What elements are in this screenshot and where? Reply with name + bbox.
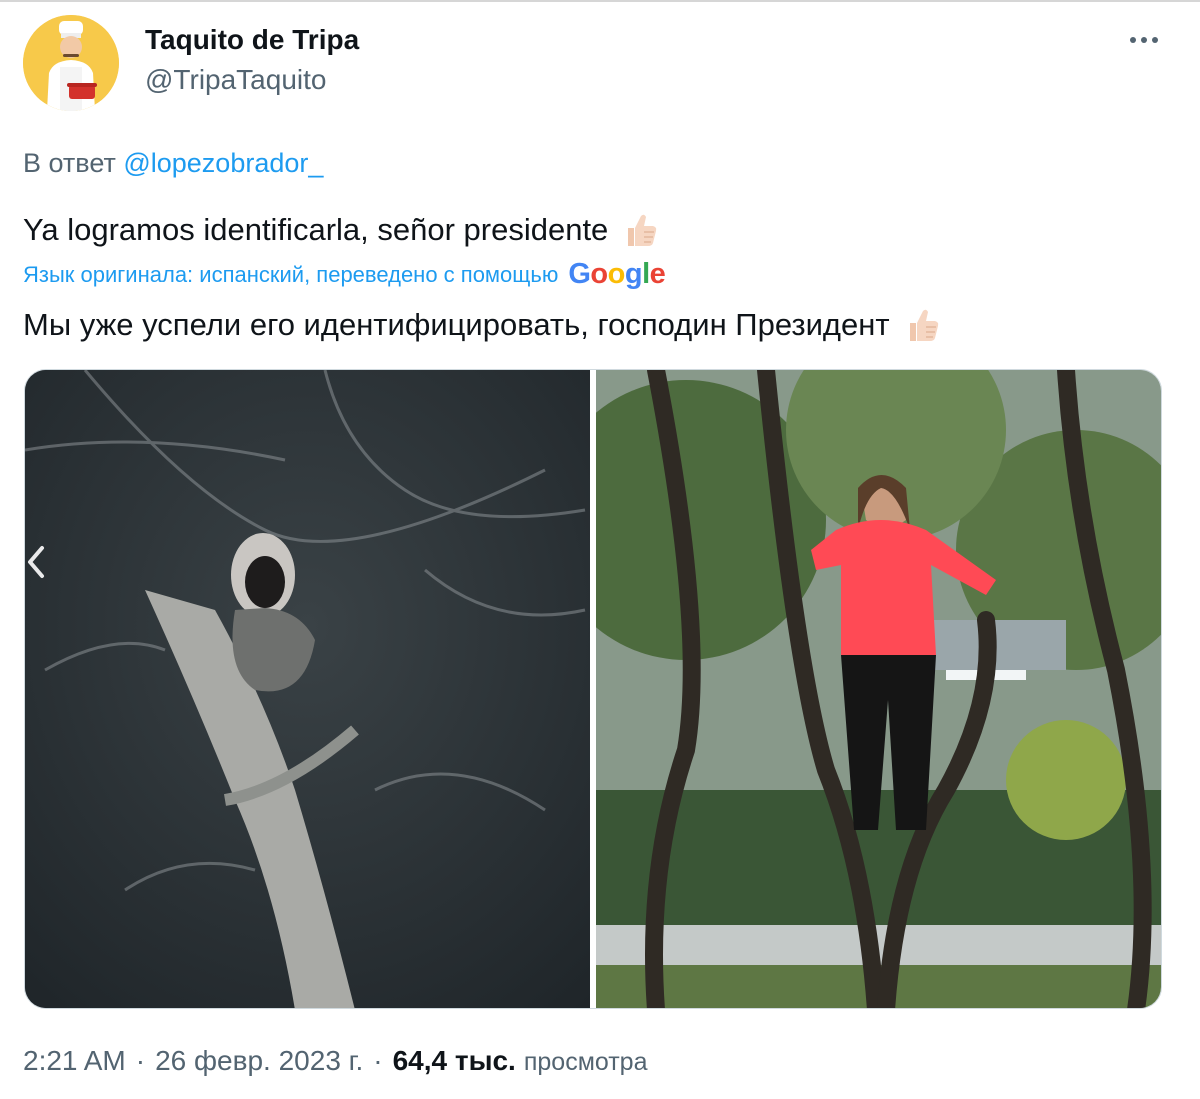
meta-separator: · xyxy=(135,1045,146,1076)
google-logo: Google xyxy=(568,258,666,290)
thumbs-up-icon xyxy=(620,210,660,250)
author-handle[interactable]: @TripaTaquito xyxy=(145,64,326,96)
translated-text-content: Мы уже успели его идентифицировать, госп… xyxy=(23,307,890,342)
tweet-time[interactable]: 2:21 AM xyxy=(23,1045,126,1077)
cook-avatar-icon[interactable] xyxy=(23,15,119,111)
night-tree-figure-photo[interactable] xyxy=(25,370,590,1008)
tweet-text-content: Ya logramos identificarla, señor preside… xyxy=(23,212,609,247)
meta-separator: · xyxy=(373,1045,383,1076)
media-gallery[interactable] xyxy=(24,369,1162,1009)
translation-note-text: Язык оригинала: испанский, переведено с … xyxy=(23,261,559,287)
more-dots-icon[interactable] xyxy=(1120,22,1168,58)
views-label: просмотра xyxy=(523,1048,648,1076)
chevron-right-icon[interactable] xyxy=(1158,540,1194,584)
translated-text: Мы уже успели его идентифицировать, госп… xyxy=(23,305,942,345)
reply-context: В ответ @lopezobrador_ xyxy=(23,148,323,179)
tweet-date[interactable]: 26 февр. 2023 г. xyxy=(155,1045,363,1077)
tweet-text: Ya logramos identificarla, señor preside… xyxy=(23,210,660,250)
reply-mention-link[interactable]: @lopezobrador_ xyxy=(123,148,323,178)
thumbs-up-icon xyxy=(902,305,942,345)
views-count: 64,4 тыс. xyxy=(392,1045,516,1076)
chevron-left-icon[interactable] xyxy=(18,540,54,584)
author-name[interactable]: Taquito de Tripa xyxy=(145,24,359,56)
reply-prefix: В ответ xyxy=(23,148,116,178)
tweet-meta: 2:21 AM · 26 февр. 2023 г. · 64,4 тыс. п… xyxy=(23,1045,648,1077)
woman-in-red-jacket-in-tree-photo[interactable] xyxy=(596,370,1161,1008)
top-divider xyxy=(0,0,1200,2)
translation-note[interactable]: Язык оригинала: испанский, переведено с … xyxy=(23,258,666,291)
